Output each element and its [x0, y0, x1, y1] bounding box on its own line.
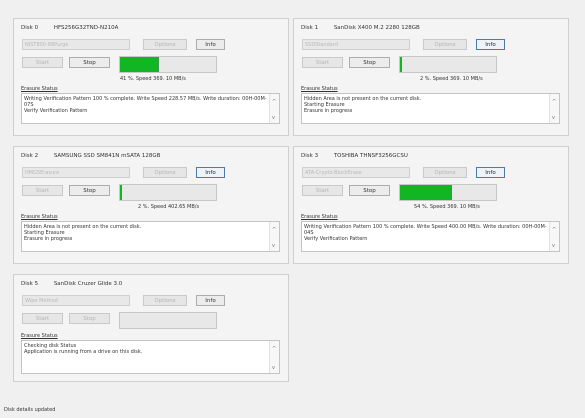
- disk-title: Disk 2 SAMSUNG SSD SM841N mSATA 128GB: [21, 153, 161, 159]
- speed-text: 2 %. Speed 402.65 MB/s: [138, 204, 200, 210]
- start-button[interactable]: Start: [22, 57, 63, 68]
- scroll-up-icon[interactable]: ^: [272, 99, 276, 105]
- status-line: Application is running from a drive on t…: [24, 349, 143, 355]
- method-select[interactable]: ATA-Crypto-BlockErase: [302, 167, 410, 178]
- disk-number: 1: [314, 25, 319, 31]
- disk-number: 2: [34, 153, 39, 159]
- method-select[interactable]: NIST800-88Purge: [22, 39, 130, 50]
- progress-bar: [119, 312, 217, 329]
- scroll-down-icon[interactable]: v: [552, 115, 555, 121]
- info-button[interactable]: Info: [476, 167, 505, 178]
- options-button[interactable]: Options: [143, 295, 187, 306]
- scrollbar[interactable]: ^ v: [549, 94, 559, 123]
- disk-name: SanDisk X400 M.2 2280 128GB: [333, 25, 420, 31]
- erasure-status-label: Erasure Status: [21, 333, 58, 339]
- progress-bar: [119, 184, 217, 201]
- scrollbar[interactable]: ^ v: [269, 341, 279, 373]
- disk-title: Disk 0 HFS256G32TND-N210A: [21, 25, 119, 31]
- disk-title: Disk 3 TOSHIBA THNSF3256GCSU: [301, 153, 408, 159]
- progress-fill: [400, 57, 402, 72]
- scroll-down-icon[interactable]: v: [272, 243, 275, 249]
- start-button[interactable]: Start: [22, 185, 63, 196]
- method-select[interactable]: HMG5Erasure: [22, 167, 130, 178]
- options-button[interactable]: Options: [423, 39, 467, 50]
- scroll-up-icon[interactable]: ^: [272, 346, 276, 352]
- status-line: Erasure in progress: [24, 236, 73, 242]
- erasure-status-label: Erasure Status: [301, 214, 338, 220]
- status-bar-text: Disk details updated: [4, 407, 56, 413]
- progress-bar: [119, 56, 217, 73]
- speed-text: 2 %. Speed 369. 10 MB/s: [420, 76, 483, 82]
- speed-text: 54 %. Speed 369. 10 MB/s: [414, 204, 480, 210]
- progress-fill: [120, 185, 122, 200]
- stop-button[interactable]: Stop: [69, 185, 110, 196]
- start-button[interactable]: Start: [22, 313, 63, 324]
- scroll-up-icon[interactable]: ^: [272, 227, 276, 233]
- stop-button[interactable]: Stop: [349, 57, 390, 68]
- status-line: Erasure in progress: [304, 108, 353, 114]
- method-select[interactable]: SSDStandard: [302, 39, 410, 50]
- disk-panel-2: Disk 2 SAMSUNG SSD SM841N mSATA 128GB HM…: [13, 146, 289, 264]
- erasure-status-box[interactable]: Writing Verification Pattern 100 % compl…: [21, 93, 280, 124]
- disk-number: 0: [34, 25, 39, 31]
- info-button[interactable]: Info: [196, 295, 225, 306]
- stop-button[interactable]: Stop: [69, 57, 110, 68]
- scrollbar[interactable]: ^ v: [269, 222, 279, 251]
- progress-fill: [120, 57, 160, 72]
- scrollbar[interactable]: ^ v: [269, 94, 279, 123]
- disk-panel-5: Disk 5 SanDisk Cruzer Glide 3.0 Wipe Met…: [13, 274, 289, 382]
- progress-bar: [399, 184, 497, 201]
- disk-name: SAMSUNG SSD SM841N mSATA 128GB: [53, 153, 161, 159]
- method-select[interactable]: Wipe Method: [22, 295, 130, 306]
- erasure-status-box[interactable]: Hidden Area is not present on the curren…: [301, 93, 560, 124]
- disk-panel-0: Disk 0 HFS256G32TND-N210A NIST800-88Purg…: [13, 18, 289, 136]
- disk-panel-1: Disk 1 SanDisk X400 M.2 2280 128GB SSDSt…: [293, 18, 569, 136]
- start-button[interactable]: Start: [302, 185, 343, 196]
- info-button[interactable]: Info: [476, 39, 505, 50]
- disk-name: SanDisk Cruzer Glide 3.0: [53, 281, 123, 287]
- progress-fill: [400, 185, 452, 200]
- erasure-status-label: Erasure Status: [301, 86, 338, 92]
- disk-number: 3: [314, 153, 319, 159]
- scroll-up-icon[interactable]: ^: [552, 99, 556, 105]
- disk-title: Disk 5 SanDisk Cruzer Glide 3.0: [21, 281, 123, 287]
- status-line: Writing Verification Pattern 100 % compl…: [304, 224, 547, 236]
- scroll-down-icon[interactable]: v: [272, 115, 275, 121]
- stop-button[interactable]: Stop: [69, 313, 110, 324]
- scroll-down-icon[interactable]: v: [272, 365, 275, 371]
- info-button[interactable]: Info: [196, 39, 225, 50]
- info-button[interactable]: Info: [196, 167, 225, 178]
- scrollbar[interactable]: ^ v: [549, 222, 559, 251]
- disk-name: TOSHIBA THNSF3256GCSU: [333, 153, 408, 159]
- scroll-down-icon[interactable]: v: [552, 243, 555, 249]
- disk-number: 5: [34, 281, 39, 287]
- scroll-up-icon[interactable]: ^: [552, 227, 556, 233]
- disk-title: Disk 1 SanDisk X400 M.2 2280 128GB: [301, 25, 420, 31]
- erasure-status-box[interactable]: Hidden Area is not present on the curren…: [21, 221, 280, 252]
- options-button[interactable]: Options: [143, 167, 187, 178]
- options-button[interactable]: Options: [423, 167, 467, 178]
- options-button[interactable]: Options: [143, 39, 187, 50]
- erasure-status-label: Erasure Status: [21, 214, 58, 220]
- progress-bar: [399, 56, 497, 73]
- status-line: Writing Verification Pattern 100 % compl…: [24, 96, 267, 108]
- speed-text: 41 %. Speed 369. 10 MB/s: [120, 76, 186, 82]
- status-line: Verify Verification Pattern: [304, 236, 368, 242]
- status-line: Verify Verification Pattern: [24, 108, 88, 114]
- start-button[interactable]: Start: [302, 57, 343, 68]
- disk-name: HFS256G32TND-N210A: [53, 25, 119, 31]
- erasure-status-box[interactable]: Writing Verification Pattern 100 % compl…: [301, 221, 560, 252]
- erasure-status-box[interactable]: Checking disk Status Application is runn…: [21, 340, 280, 374]
- disk-panel-3: Disk 3 TOSHIBA THNSF3256GCSU ATA-Crypto-…: [293, 146, 569, 264]
- stop-button[interactable]: Stop: [349, 185, 390, 196]
- erasure-status-label: Erasure Status: [21, 86, 58, 92]
